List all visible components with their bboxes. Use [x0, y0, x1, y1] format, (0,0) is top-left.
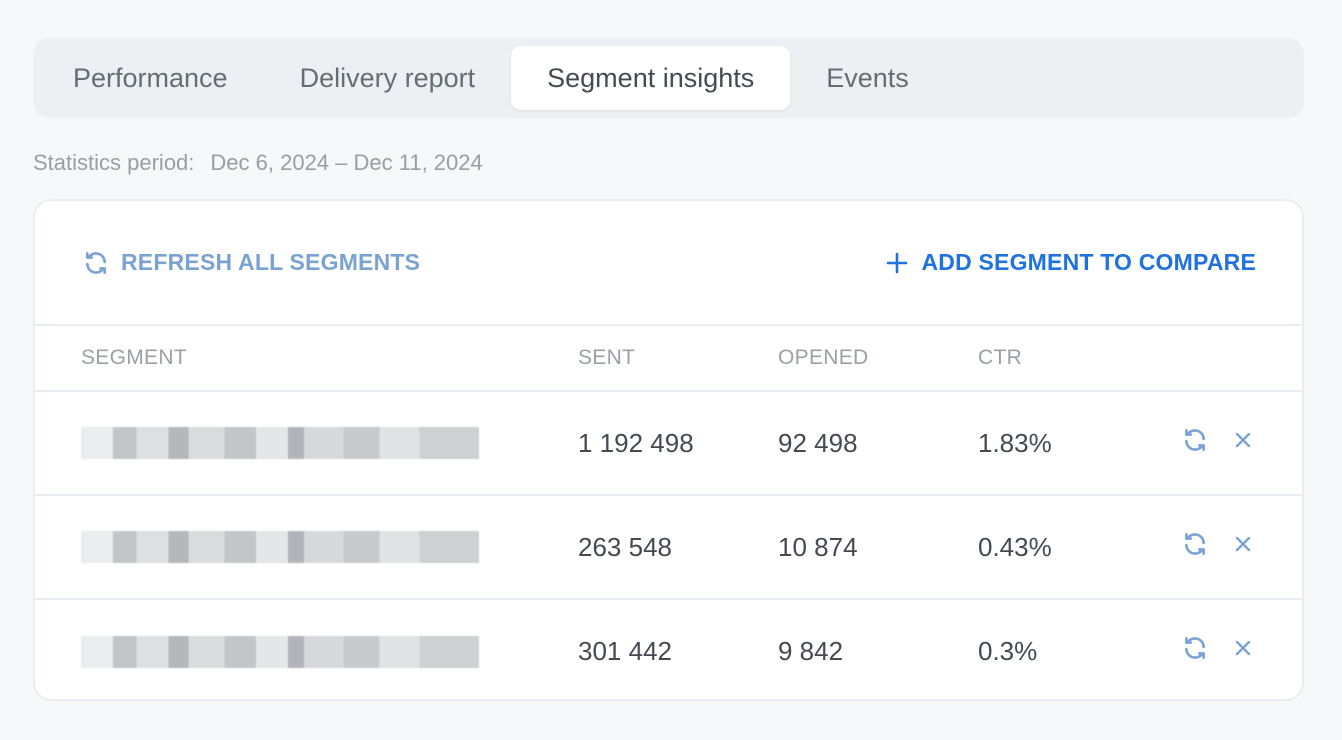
cell-opened: 92 498 — [778, 391, 978, 496]
statistics-period-value: Dec 6, 2024 – Dec 11, 2024 — [210, 150, 483, 175]
add-segment-to-compare-button[interactable]: ADD SEGMENT TO COMPARE — [885, 249, 1256, 276]
tab-bar: Performance Delivery report Segment insi… — [33, 38, 1304, 118]
column-header-ctr: CTR — [978, 326, 1168, 392]
segment-name-redacted — [81, 635, 479, 668]
column-header-segment: SEGMENT — [35, 326, 578, 392]
column-header-sent: SENT — [578, 326, 778, 392]
refresh-icon[interactable] — [1182, 427, 1208, 453]
refresh-all-segments-label: REFRESH ALL SEGMENTS — [121, 249, 421, 275]
tab-events[interactable]: Events — [790, 46, 945, 110]
cell-opened: 9 842 — [778, 636, 844, 666]
table-row: 1 192 498 92 498 1.83% — [35, 391, 1302, 496]
segments-card: REFRESH ALL SEGMENTS ADD SEGMENT TO COMP… — [33, 199, 1304, 701]
close-icon[interactable] — [1234, 431, 1252, 449]
statistics-period: Statistics period: Dec 6, 2024 – Dec 11,… — [33, 150, 483, 176]
cell-sent: 263 548 — [578, 495, 778, 600]
segments-table: SEGMENT SENT OPENED CTR 1 192 498 92 498… — [35, 326, 1302, 699]
close-icon[interactable] — [1234, 639, 1252, 657]
cell-ctr: 0.3% — [978, 636, 1038, 666]
tab-performance[interactable]: Performance — [37, 46, 264, 110]
refresh-all-segments-button[interactable]: REFRESH ALL SEGMENTS — [83, 249, 420, 276]
refresh-icon[interactable] — [1182, 531, 1208, 557]
plus-icon — [885, 251, 909, 275]
column-header-actions — [1168, 326, 1302, 392]
table-header-row: SEGMENT SENT OPENED CTR — [35, 326, 1302, 392]
refresh-icon[interactable] — [1182, 635, 1208, 661]
cell-sent: 1 192 498 — [578, 391, 778, 496]
segment-name-redacted — [81, 427, 479, 459]
tab-delivery-report[interactable]: Delivery report — [264, 46, 512, 110]
table-row: 263 548 10 874 0.43% — [35, 495, 1302, 600]
table-row: 301 442 9 842 0.3% — [35, 599, 1302, 699]
close-icon[interactable] — [1234, 535, 1252, 553]
tab-segment-insights[interactable]: Segment insights — [511, 46, 791, 110]
cell-opened: 10 874 — [778, 495, 978, 600]
card-toolbar: REFRESH ALL SEGMENTS ADD SEGMENT TO COMP… — [35, 201, 1302, 326]
cell-ctr: 0.43% — [978, 495, 1168, 600]
segment-name-redacted — [81, 531, 479, 563]
refresh-icon — [83, 250, 109, 276]
add-segment-to-compare-label: ADD SEGMENT TO COMPARE — [921, 249, 1256, 275]
cell-sent: 301 442 — [578, 636, 672, 666]
column-header-opened: OPENED — [778, 326, 978, 392]
cell-ctr: 1.83% — [978, 391, 1168, 496]
statistics-period-label: Statistics period: — [33, 150, 195, 175]
